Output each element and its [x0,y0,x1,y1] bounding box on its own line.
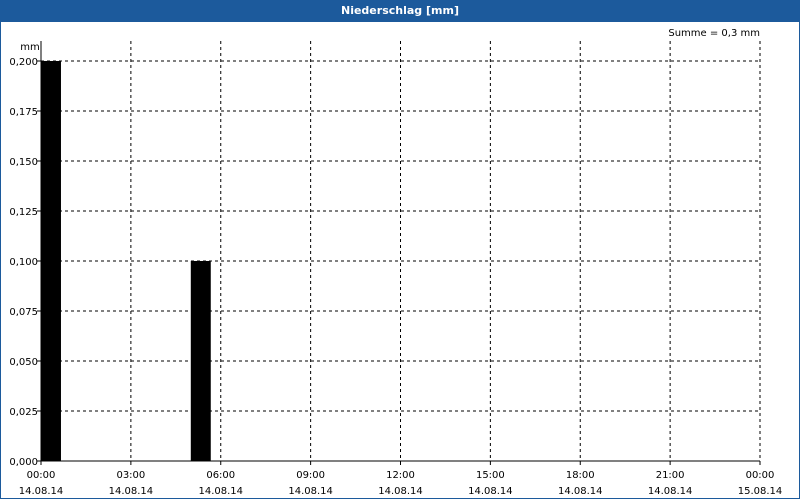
y-tick-label: 0,175 [9,107,38,118]
axes [37,41,761,465]
x-tick-time-label: 06:00 [206,470,235,481]
y-tick-label: 0,025 [9,407,38,418]
y-tick-label: 0,125 [9,207,38,218]
precipitation-chart: mm Summe = 0,3 mm 0,0000,0250,0500,0750,… [9,28,783,497]
y-tick-labels: 0,000 0,025 0,050 0,075 0,100 0,125 0,150 0,175… [9,57,38,468]
bar [41,61,61,461]
y-tick-label: 0,150 [9,157,38,168]
x-tick-date-label: 14.08.14 [468,486,513,497]
x-tick-time-label: 18:00 [566,470,595,481]
y-tick-label: 0,075 [9,307,38,318]
x-tick-time-label: 12:00 [386,470,415,481]
y-axis-unit-label: mm [20,42,39,53]
x-tick-time-label: 21:00 [656,470,685,481]
x-tick-time-label: 03:00 [116,470,145,481]
y-tick-label: 0,000 [9,457,38,468]
sum-label: Summe = 0,3 mm [668,28,760,39]
y-tick-label: 0,200 [9,57,38,68]
x-tick-time-label: 09:00 [296,470,325,481]
x-tick-date-label: 14.08.14 [19,486,64,497]
x-tick-date-label: 14.08.14 [378,486,423,497]
x-tick-date-label: 14.08.14 [109,486,154,497]
y-tick-label: 0,100 [9,257,38,268]
y-tick-label: 0,050 [9,357,38,368]
x-tick-time-label: 00:00 [27,470,56,481]
x-tick-labels: 00:00 14.08.14 03:00 14.08.14 06:00 14.08.14 0… [19,470,783,497]
bar [190,261,211,461]
x-tick-time-label: 15:00 [476,470,505,481]
x-tick-date-label: 14.08.14 [198,486,243,497]
x-tick-date-label: 15.08.14 [738,486,783,497]
grid [41,41,761,461]
x-tick-date-label: 14.08.14 [288,486,333,497]
x-tick-date-label: 14.08.14 [648,486,693,497]
x-tick-date-label: 14.08.14 [558,486,603,497]
x-tick-time-label: 00:00 [746,470,775,481]
